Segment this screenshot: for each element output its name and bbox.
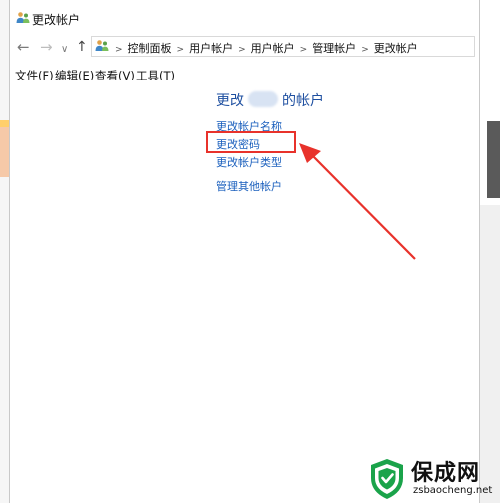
breadcrumb-item[interactable]: 用户帐户 [251,42,295,55]
page-title: 更改 的帐户 [216,91,324,109]
background-window-right [478,0,500,95]
history-dropdown-icon[interactable]: ∨ [61,41,68,59]
change-account-type-link[interactable]: 更改帐户类型 [216,154,282,170]
watermark-url: zsbaocheng.net [413,485,493,496]
navigation-bar: ← → ∨ ↑ > 控制面板 > 用户帐户 > 用户帐户 > 管理帐户 > 更改帐户 [10,36,479,60]
shield-logo-icon [371,459,403,499]
highlight-box [206,131,296,153]
watermark: 保成网 zsbaocheng.net [367,454,500,503]
manage-other-accounts-link[interactable]: 管理其他帐户 [216,178,282,194]
window-title: 更改帐户 [32,13,81,27]
users-icon [95,39,109,55]
users-icon [16,11,30,27]
chevron-right-icon: > [115,45,123,55]
annotation-arrow-icon [299,143,416,260]
blurred-username [248,91,278,107]
address-bar[interactable]: > 控制面板 > 用户帐户 > 用户帐户 > 管理帐户 > 更改帐户 [91,36,475,57]
breadcrumb-item[interactable]: 管理帐户 [312,42,356,55]
chevron-right-icon: > [176,45,185,55]
chevron-right-icon: > [299,45,308,55]
back-arrow-icon[interactable]: ← [17,38,30,56]
forward-arrow-icon[interactable]: → [40,38,53,56]
breadcrumb-item[interactable]: 控制面板 [128,42,172,55]
chevron-right-icon: > [361,45,369,55]
title-bar: 更改帐户 [10,0,479,36]
background-window-right-panel [478,95,500,205]
breadcrumb-item[interactable]: 更改帐户 [374,42,418,55]
up-arrow-icon[interactable]: ↑ [76,38,88,56]
breadcrumb: > 控制面板 > 用户帐户 > 用户帐户 > 管理帐户 > 更改帐户 [113,40,418,56]
breadcrumb-item[interactable]: 用户帐户 [189,42,233,55]
watermark-name: 保成网 [411,461,481,486]
chevron-right-icon: > [238,45,246,55]
control-panel-window: 更改帐户 ← → ∨ ↑ > 控制面板 > 用户帐户 > 用户帐户 > 管理帐户 > 更改帐户 文… [9,0,480,503]
